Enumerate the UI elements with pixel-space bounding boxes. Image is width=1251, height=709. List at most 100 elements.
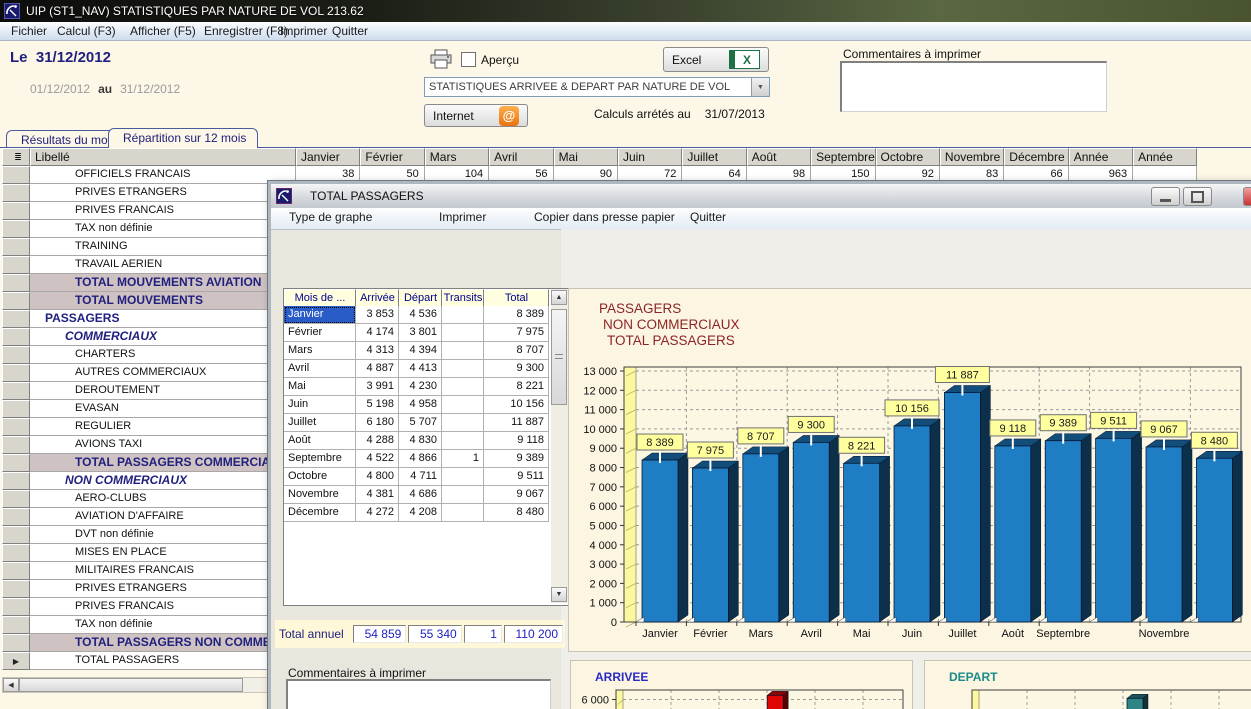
value-cell[interactable]: 9 067 <box>484 486 549 504</box>
menu-item-afficher-f5-[interactable]: Afficher (F5) <box>126 23 200 39</box>
menu-item-imprimer[interactable]: Imprimer <box>276 23 331 39</box>
month-cell[interactable]: Juin <box>284 396 356 414</box>
column-header-libelle[interactable]: Libellé <box>30 148 296 166</box>
row-selector[interactable] <box>2 526 30 544</box>
libelle-cell[interactable]: TOTAL PASSAGERS COMMERCIAL <box>30 454 296 472</box>
value-cell[interactable] <box>442 360 484 378</box>
column-header-année[interactable]: Année <box>1133 148 1197 166</box>
excel-button[interactable]: Excel X <box>663 47 769 72</box>
child-table-row[interactable]: Novembre4 3814 6869 067 <box>284 486 549 504</box>
value-cell[interactable] <box>442 396 484 414</box>
value-cell[interactable]: 8 389 <box>484 306 549 324</box>
menu-item-calcul-f3-[interactable]: Calcul (F3) <box>53 23 120 39</box>
libelle-cell[interactable]: TOTAL MOUVEMENTS AVIATION <box>30 274 296 292</box>
month-cell[interactable]: Août <box>284 432 356 450</box>
libelle-cell[interactable]: MISES EN PLACE <box>30 544 296 562</box>
value-cell[interactable]: 8 221 <box>484 378 549 396</box>
value-cell[interactable]: 4 958 <box>399 396 442 414</box>
scroll-up-icon[interactable]: ▲ <box>551 290 567 305</box>
row-selector[interactable] <box>2 328 30 346</box>
value-cell[interactable]: 10 156 <box>484 396 549 414</box>
value-cell[interactable]: 9 389 <box>484 450 549 468</box>
column-header-août[interactable]: Août <box>747 148 811 166</box>
row-selector[interactable] <box>2 382 30 400</box>
row-selector[interactable] <box>2 580 30 598</box>
row-selector[interactable] <box>2 454 30 472</box>
value-cell[interactable]: 4 800 <box>356 468 399 486</box>
value-cell[interactable]: 4 272 <box>356 504 399 522</box>
row-selector-header[interactable]: ≣ <box>2 148 30 166</box>
libelle-cell[interactable]: TOTAL MOUVEMENTS <box>30 292 296 310</box>
row-selector[interactable] <box>2 634 30 652</box>
menu-item-quitter[interactable]: Quitter <box>328 23 372 39</box>
column-header-septembre[interactable]: Septembre <box>811 148 875 166</box>
current-row-marker[interactable]: ▶ <box>2 652 30 670</box>
value-cell[interactable] <box>442 342 484 360</box>
value-cell[interactable]: 4 394 <box>399 342 442 360</box>
libelle-cell[interactable]: PRIVES ETRANGERS <box>30 580 296 598</box>
value-cell[interactable]: 8 480 <box>484 504 549 522</box>
value-cell[interactable] <box>442 414 484 432</box>
value-cell[interactable]: 4 711 <box>399 468 442 486</box>
value-cell[interactable] <box>442 468 484 486</box>
libelle-cell[interactable]: AVIATION D'AFFAIRE <box>30 508 296 526</box>
row-selector[interactable] <box>2 508 30 526</box>
child-titlebar[interactable]: TOTAL PASSAGERS <box>271 184 1251 209</box>
libelle-cell[interactable]: AERO-CLUBS <box>30 490 296 508</box>
value-cell[interactable]: 6 180 <box>356 414 399 432</box>
child-menu-item-copier-dans-presse-papier[interactable]: Copier dans presse papier <box>534 210 675 224</box>
child-col-header-2[interactable]: Départ <box>399 289 442 307</box>
child-menu-item-type-de-graphe[interactable]: Type de graphe <box>289 210 372 224</box>
libelle-cell[interactable]: PRIVES ETRANGERS <box>30 184 296 202</box>
checkbox-box[interactable] <box>461 52 476 67</box>
value-cell[interactable]: 9 300 <box>484 360 549 378</box>
minimize-button[interactable] <box>1151 187 1180 206</box>
row-selector[interactable] <box>2 418 30 436</box>
libelle-cell[interactable]: PASSAGERS <box>30 310 296 328</box>
comments-textarea[interactable] <box>840 61 1107 112</box>
child-table-row[interactable]: Janvier3 8534 5368 389 <box>284 306 549 324</box>
value-cell[interactable] <box>442 324 484 342</box>
value-cell[interactable] <box>442 504 484 522</box>
value-cell[interactable]: 3 853 <box>356 306 399 324</box>
child-table-row[interactable]: Octobre4 8004 7119 511 <box>284 468 549 486</box>
value-cell[interactable]: 3 801 <box>399 324 442 342</box>
value-cell[interactable]: 3 991 <box>356 378 399 396</box>
month-cell[interactable]: Mai <box>284 378 356 396</box>
month-cell[interactable]: Avril <box>284 360 356 378</box>
scroll-left-icon[interactable]: ◀ <box>3 678 19 692</box>
libelle-cell[interactable]: AUTRES COMMERCIAUX <box>30 364 296 382</box>
child-table-row[interactable]: Avril4 8874 4139 300 <box>284 360 549 378</box>
libelle-cell[interactable]: TOTAL PASSAGERS NON COMME <box>30 634 296 652</box>
value-cell[interactable]: 1 <box>442 450 484 468</box>
child-menu-item-imprimer[interactable]: Imprimer <box>439 210 486 224</box>
row-selector[interactable] <box>2 436 30 454</box>
row-selector[interactable] <box>2 256 30 274</box>
value-cell[interactable]: 4 208 <box>399 504 442 522</box>
child-table-row[interactable]: Septembre4 5224 86619 389 <box>284 450 549 468</box>
tab-repartition-12-mois[interactable]: Répartition sur 12 mois <box>108 128 258 148</box>
column-header-mars[interactable]: Mars <box>425 148 489 166</box>
value-cell[interactable]: 4 830 <box>399 432 442 450</box>
month-cell[interactable]: Novembre <box>284 486 356 504</box>
value-cell[interactable]: 4 230 <box>399 378 442 396</box>
child-col-header-4[interactable]: Total <box>484 289 549 307</box>
column-header-février[interactable]: Février <box>360 148 424 166</box>
child-table-row[interactable]: Juin5 1984 95810 156 <box>284 396 549 414</box>
value-cell[interactable]: 11 887 <box>484 414 549 432</box>
value-cell[interactable]: 4 522 <box>356 450 399 468</box>
row-selector[interactable] <box>2 166 30 184</box>
month-cell[interactable]: Septembre <box>284 450 356 468</box>
row-selector[interactable] <box>2 292 30 310</box>
column-header-avril[interactable]: Avril <box>489 148 553 166</box>
hscroll-thumb[interactable] <box>19 678 243 692</box>
value-cell[interactable]: 4 413 <box>399 360 442 378</box>
column-header-juin[interactable]: Juin <box>618 148 682 166</box>
value-cell[interactable]: 8 707 <box>484 342 549 360</box>
month-cell[interactable]: Octobre <box>284 468 356 486</box>
child-table-row[interactable]: Février4 1743 8017 975 <box>284 324 549 342</box>
chevron-down-icon[interactable]: ▼ <box>751 78 769 96</box>
column-header-mai[interactable]: Mai <box>554 148 618 166</box>
row-selector[interactable] <box>2 346 30 364</box>
child-menu-item-quitter[interactable]: Quitter <box>690 210 726 224</box>
